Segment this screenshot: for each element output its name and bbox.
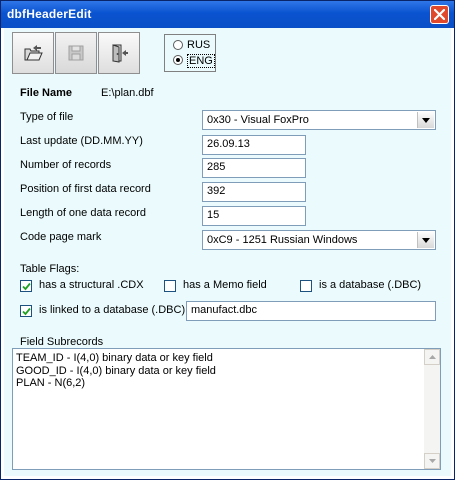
last-update-label: Last update (DD.MM.YY) xyxy=(20,135,143,147)
chevron-down-icon xyxy=(422,118,430,123)
memo-checkbox[interactable] xyxy=(164,280,176,292)
code-page-label: Code page mark xyxy=(20,231,102,243)
chevron-down-icon xyxy=(422,238,430,243)
checkmark-icon xyxy=(22,307,31,316)
first-record-pos-input[interactable]: 392 xyxy=(202,182,306,202)
code-page-dropdown-button[interactable] xyxy=(417,232,434,248)
file-type-dropdown-button[interactable] xyxy=(417,112,434,128)
app-window: dbfHeaderEdit RUS ENG File Name E:\plan.… xyxy=(0,0,455,480)
close-button[interactable] xyxy=(430,5,449,24)
num-records-input[interactable]: 285 xyxy=(202,158,306,178)
file-type-label: Type of file xyxy=(20,111,74,123)
linked-dbc-checkbox[interactable] xyxy=(20,305,32,317)
scroll-down-button[interactable] xyxy=(424,453,440,469)
exit-door-icon xyxy=(112,44,128,63)
radio-rus-label: RUS xyxy=(187,39,211,51)
database-checkbox[interactable] xyxy=(300,280,312,292)
code-page-value: 0xC9 - 1251 Russian Windows xyxy=(207,234,358,246)
exit-button[interactable] xyxy=(98,32,140,74)
last-update-input[interactable]: 26.09.13 xyxy=(202,135,306,155)
linked-dbc-input[interactable]: manufact.dbc xyxy=(186,301,436,321)
file-name-label: File Name xyxy=(20,87,72,99)
open-folder-arrow-icon xyxy=(24,45,43,61)
table-flags-label: Table Flags: xyxy=(20,263,80,275)
subrecord-line: GOOD_ID - I(4,0) binary data or key fiel… xyxy=(16,364,216,377)
first-record-pos-label: Position of first data record xyxy=(20,183,151,195)
record-length-input[interactable]: 15 xyxy=(202,206,306,226)
dialog-client: RUS ENG File Name E:\plan.dbf Type of fi… xyxy=(4,28,451,476)
file-name-value: E:\plan.dbf xyxy=(101,87,154,99)
save-disk-icon xyxy=(68,45,84,61)
file-type-value: 0x30 - Visual FoxPro xyxy=(207,114,309,126)
field-subrecords-textarea[interactable]: TEAM_ID - I(4,0) binary data or key fiel… xyxy=(12,348,441,470)
radio-rus-circle[interactable] xyxy=(173,40,183,50)
language-group: RUS ENG xyxy=(164,34,216,72)
file-type-combo[interactable]: 0x30 - Visual FoxPro xyxy=(202,110,436,130)
open-file-button[interactable] xyxy=(12,32,54,74)
close-icon xyxy=(434,9,445,20)
field-subrecords-text: TEAM_ID - I(4,0) binary data or key fiel… xyxy=(16,352,216,390)
scroll-up-button[interactable] xyxy=(424,349,440,365)
radio-eng-label: ENG xyxy=(187,54,215,68)
radio-eng-circle[interactable] xyxy=(173,55,183,65)
save-button[interactable] xyxy=(55,32,97,74)
cdx-checkbox[interactable] xyxy=(20,280,32,292)
database-label: is a database (.DBC) xyxy=(319,279,422,291)
title-bar[interactable]: dbfHeaderEdit xyxy=(1,1,454,28)
linked-dbc-label: is linked to a database (.DBC): xyxy=(39,304,189,316)
field-subrecords-label: Field Subrecords xyxy=(20,336,104,348)
cdx-label: has a structural .CDX xyxy=(39,279,144,291)
memo-label: has a Memo field xyxy=(183,279,267,291)
num-records-label: Number of records xyxy=(20,159,112,171)
subrecord-line: PLAN - N(6,2) xyxy=(16,377,86,389)
record-length-label: Length of one data record xyxy=(20,207,146,219)
vertical-scrollbar[interactable] xyxy=(424,349,440,469)
chevron-down-icon xyxy=(429,459,436,463)
checkmark-icon xyxy=(22,282,31,291)
window-title: dbfHeaderEdit xyxy=(7,7,92,21)
chevron-up-icon xyxy=(429,355,436,359)
code-page-combo[interactable]: 0xC9 - 1251 Russian Windows xyxy=(202,230,436,250)
subrecord-line: TEAM_ID - I(4,0) binary data or key fiel… xyxy=(16,352,213,364)
